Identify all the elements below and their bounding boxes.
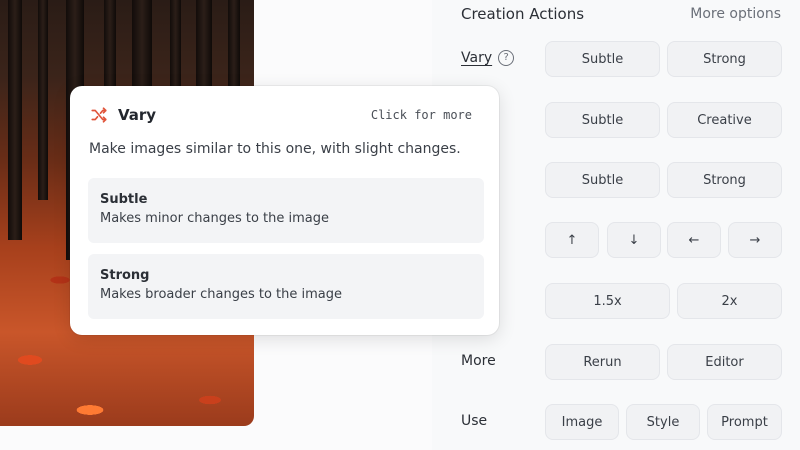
vary-strong-option[interactable]: Strong Makes broader changes to the imag…	[88, 254, 484, 319]
popover-title: Vary	[118, 106, 157, 124]
pan-left-button[interactable]: ←	[667, 222, 721, 258]
vary-strong-button[interactable]: Strong	[667, 41, 782, 77]
shuffle-icon	[91, 107, 107, 123]
rerun-button[interactable]: Rerun	[545, 344, 660, 380]
use-prompt-button[interactable]: Prompt	[707, 404, 782, 440]
editor-button[interactable]: Editor	[667, 344, 782, 380]
panel-title: Creation Actions	[461, 5, 585, 23]
use-style-button[interactable]: Style	[626, 404, 700, 440]
pan-down-button[interactable]: ↓	[607, 222, 661, 258]
question-circle-icon[interactable]: ?	[498, 50, 515, 66]
vary-subtle-button[interactable]: Subtle	[545, 41, 660, 77]
click-for-more-link[interactable]: Click for more	[371, 108, 472, 122]
use-label: Use	[461, 413, 488, 429]
pan-right-button[interactable]: →	[728, 222, 782, 258]
remix-subtle-button[interactable]: Subtle	[545, 162, 660, 198]
option-description: Makes broader changes to the image	[100, 287, 342, 302]
popover-header: Vary	[90, 106, 156, 124]
zoom-2x-button[interactable]: 2x	[677, 283, 782, 319]
upscale-subtle-button[interactable]: Subtle	[545, 102, 660, 138]
option-title: Subtle	[100, 192, 148, 207]
arrow-right-icon: →	[749, 232, 761, 248]
zoom-1-5x-button[interactable]: 1.5x	[545, 283, 670, 319]
arrow-left-icon: ←	[688, 232, 700, 248]
upscale-creative-button[interactable]: Creative	[667, 102, 782, 138]
use-image-button[interactable]: Image	[545, 404, 619, 440]
pan-up-button[interactable]: ↑	[545, 222, 599, 258]
option-description: Makes minor changes to the image	[100, 211, 329, 226]
option-title: Strong	[100, 268, 150, 283]
arrow-down-icon: ↓	[628, 232, 640, 248]
arrow-up-icon: ↑	[566, 232, 578, 248]
vary-subtle-option[interactable]: Subtle Makes minor changes to the image	[88, 178, 484, 243]
vary-label[interactable]: Vary ?	[461, 50, 515, 66]
more-options-link[interactable]: More options	[690, 6, 781, 22]
vary-popover: Vary Click for more Make images similar …	[70, 86, 499, 335]
remix-strong-button[interactable]: Strong	[667, 162, 782, 198]
popover-description: Make images similar to this one, with sl…	[89, 141, 461, 157]
more-label: More	[461, 353, 496, 369]
